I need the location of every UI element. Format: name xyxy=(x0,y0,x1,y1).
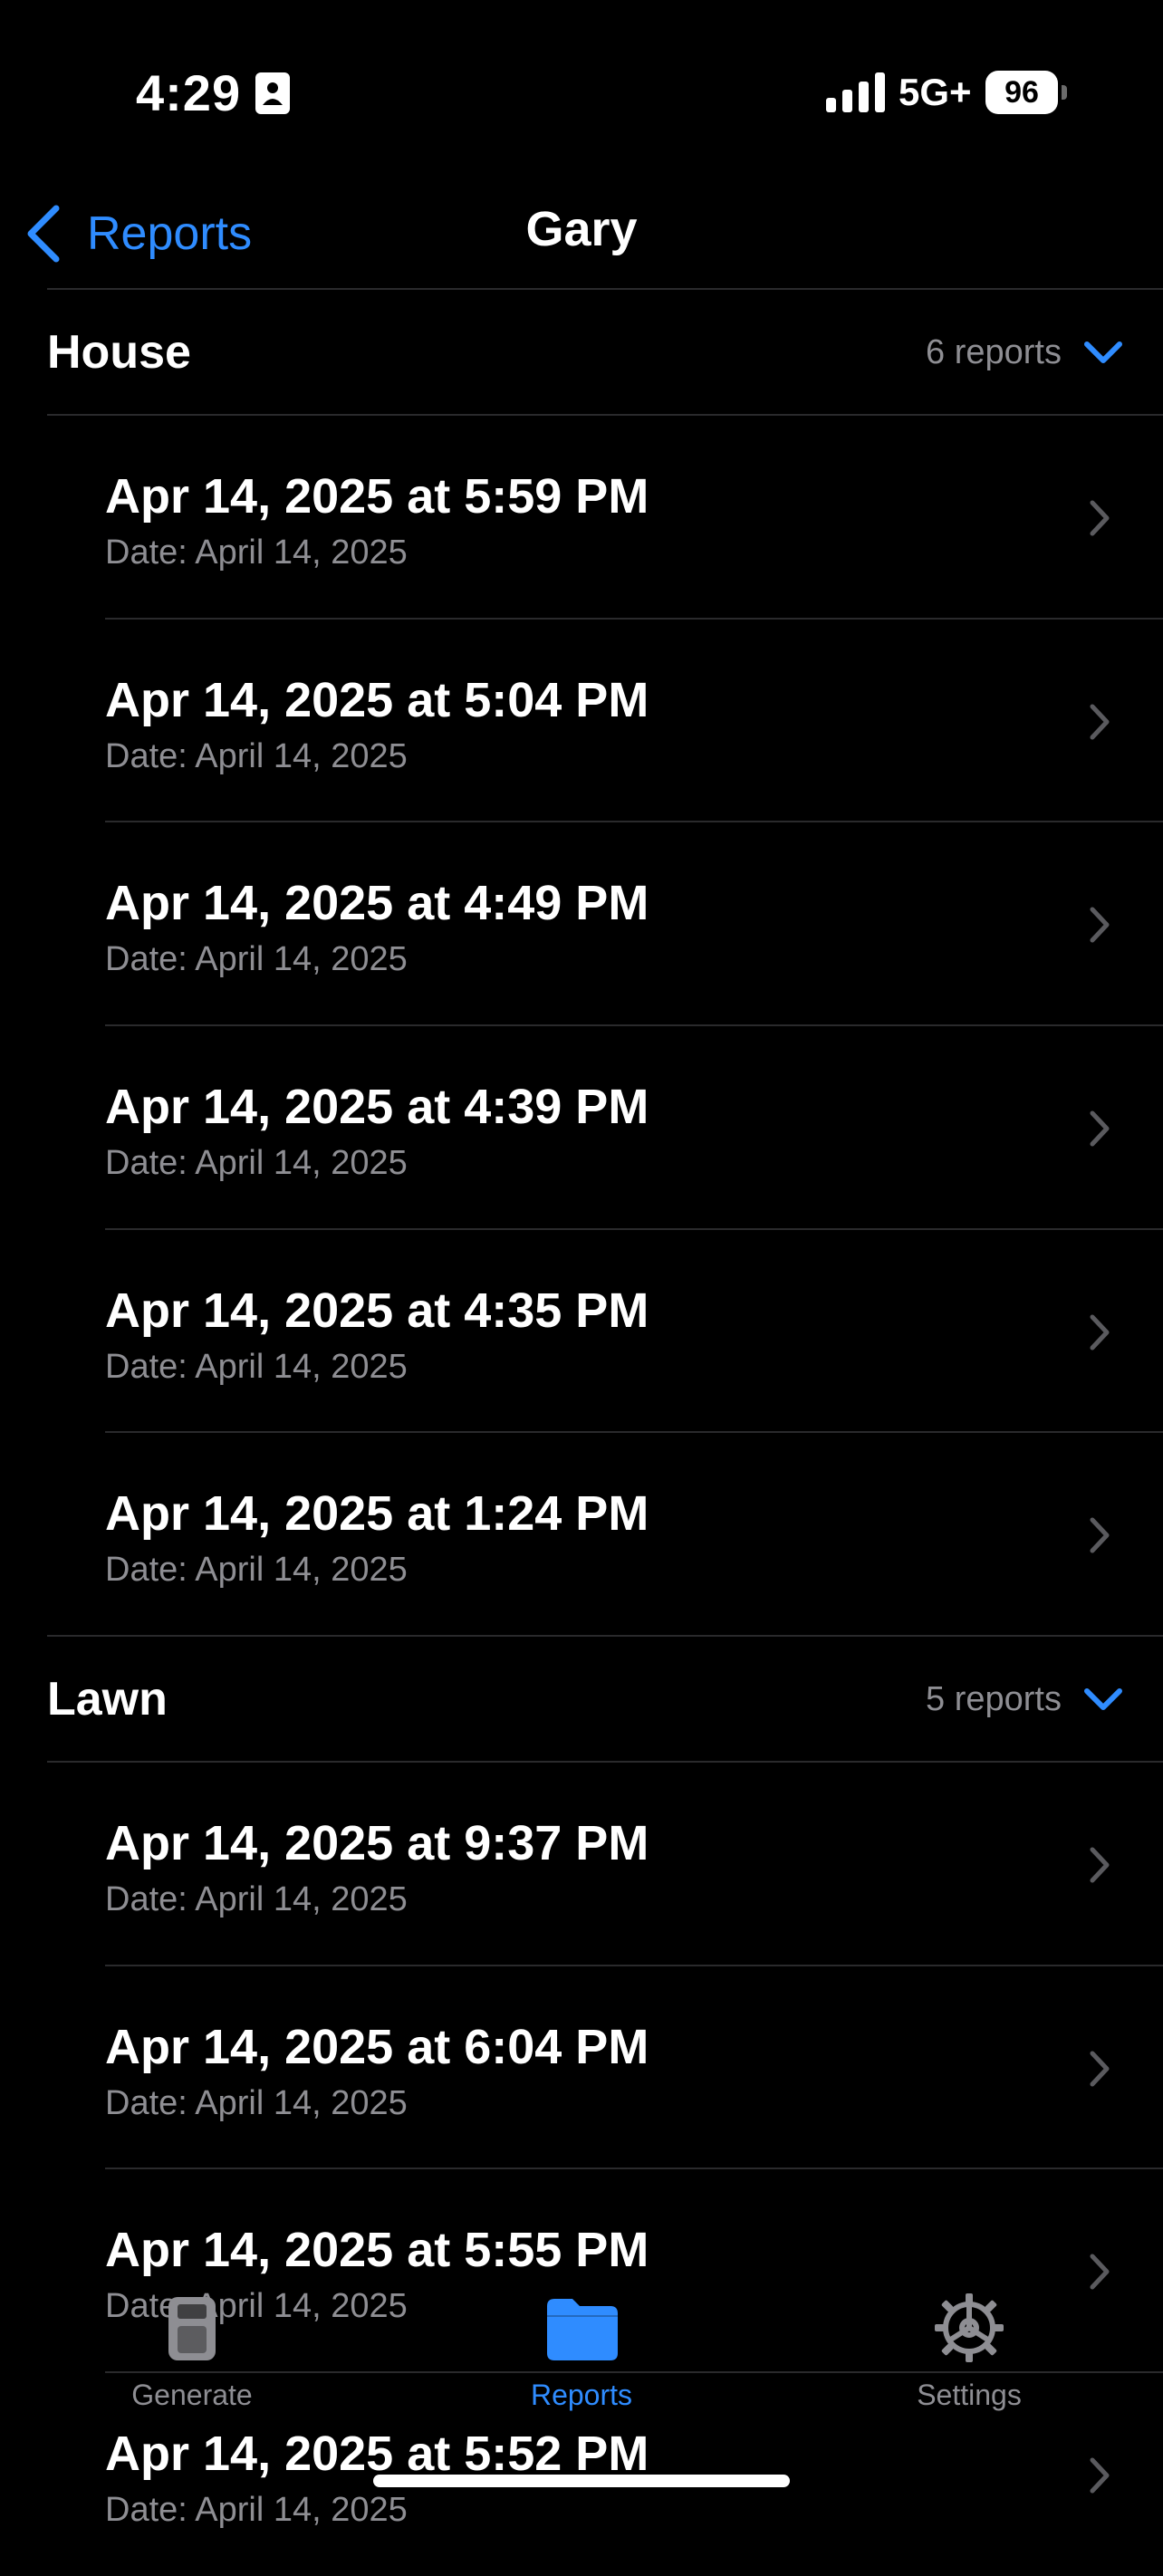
chevron-right-icon xyxy=(1090,500,1110,536)
report-date: Date: April 14, 2025 xyxy=(105,1348,408,1386)
battery-icon: 96 xyxy=(985,71,1067,114)
report-title: Apr 14, 2025 at 5:59 PM xyxy=(105,469,649,524)
page-title: Gary xyxy=(525,202,638,256)
report-row[interactable]: Apr 14, 2025 at 4:35 PM Date: April 14, … xyxy=(0,1230,1163,1433)
chevron-right-icon xyxy=(1090,2457,1110,2494)
status-time: 4:29 xyxy=(136,64,242,121)
report-row[interactable]: Apr 14, 2025 at 6:04 PM Date: April 14, … xyxy=(0,1966,1163,2169)
chevron-right-icon xyxy=(1090,704,1110,740)
chevron-right-icon xyxy=(1090,1847,1110,1883)
report-date: Date: April 14, 2025 xyxy=(105,2491,408,2529)
chevron-right-icon xyxy=(1090,2051,1110,2087)
gear-icon xyxy=(935,2293,1004,2362)
battery-level: 96 xyxy=(1004,75,1039,110)
tab-generate[interactable]: Generate xyxy=(56,2264,328,2411)
report-row[interactable]: Apr 14, 2025 at 9:37 PM Date: April 14, … xyxy=(0,1763,1163,1966)
contact-card-icon xyxy=(255,72,290,114)
report-date: Date: April 14, 2025 xyxy=(105,1551,408,1589)
tab-bar: Generate Reports Settings xyxy=(0,2264,1163,2411)
report-date: Date: April 14, 2025 xyxy=(105,737,408,775)
report-title: Apr 14, 2025 at 4:49 PM xyxy=(105,876,649,930)
home-indicator[interactable] xyxy=(373,2475,790,2487)
report-title: Apr 14, 2025 at 1:24 PM xyxy=(105,1486,649,1541)
section-header-lawn[interactable]: Lawn 5 reports xyxy=(47,1637,1163,1762)
report-title: Apr 14, 2025 at 9:37 PM xyxy=(105,1816,649,1870)
document-icon xyxy=(168,2297,216,2360)
cellular-signal-icon xyxy=(826,72,885,112)
section-count: 5 reports xyxy=(926,1680,1062,1718)
report-date: Date: April 14, 2025 xyxy=(105,533,408,572)
report-row[interactable]: Apr 14, 2025 at 4:49 PM Date: April 14, … xyxy=(0,822,1163,1025)
tab-label: Settings xyxy=(917,2379,1022,2411)
navigation-bar: Reports Gary xyxy=(0,181,1163,290)
section-title: Lawn xyxy=(47,1673,168,1725)
report-row[interactable]: Apr 14, 2025 at 4:39 PM Date: April 14, … xyxy=(0,1026,1163,1229)
chevron-down-icon[interactable] xyxy=(1083,1684,1123,1715)
tab-settings[interactable]: Settings xyxy=(833,2264,1105,2411)
status-bar: 4:29 5G+ 96 xyxy=(0,0,1163,181)
report-date: Date: April 14, 2025 xyxy=(105,1880,408,1918)
report-title: Apr 14, 2025 at 4:35 PM xyxy=(105,1283,649,1338)
report-title: Apr 14, 2025 at 4:39 PM xyxy=(105,1080,649,1134)
section-count: 6 reports xyxy=(926,333,1062,371)
report-row[interactable]: Apr 14, 2025 at 1:24 PM Date: April 14, … xyxy=(0,1433,1163,1636)
chevron-right-icon xyxy=(1090,1110,1110,1147)
tab-label: Reports xyxy=(530,2379,633,2411)
chevron-right-icon xyxy=(1090,907,1110,943)
chevron-right-icon xyxy=(1090,1314,1110,1350)
tab-reports[interactable]: Reports xyxy=(446,2264,717,2411)
report-title: Apr 14, 2025 at 5:04 PM xyxy=(105,673,649,727)
report-title: Apr 14, 2025 at 6:04 PM xyxy=(105,2020,649,2074)
chevron-right-icon xyxy=(1090,1517,1110,1553)
network-type: 5G+ xyxy=(899,71,972,113)
report-row[interactable]: Apr 14, 2025 at 5:04 PM Date: April 14, … xyxy=(0,620,1163,822)
report-title: Apr 14, 2025 at 5:52 PM xyxy=(105,2427,649,2481)
folder-icon xyxy=(547,2299,618,2360)
tab-label: Generate xyxy=(131,2379,253,2411)
report-date: Date: April 14, 2025 xyxy=(105,2084,408,2122)
report-row[interactable]: Apr 14, 2025 at 5:59 PM Date: April 14, … xyxy=(0,416,1163,619)
section-header-house[interactable]: House 6 reports xyxy=(47,290,1163,415)
report-date: Date: April 14, 2025 xyxy=(105,1144,408,1182)
chevron-down-icon[interactable] xyxy=(1083,337,1123,368)
report-date: Date: April 14, 2025 xyxy=(105,940,408,978)
section-title: House xyxy=(47,326,191,379)
